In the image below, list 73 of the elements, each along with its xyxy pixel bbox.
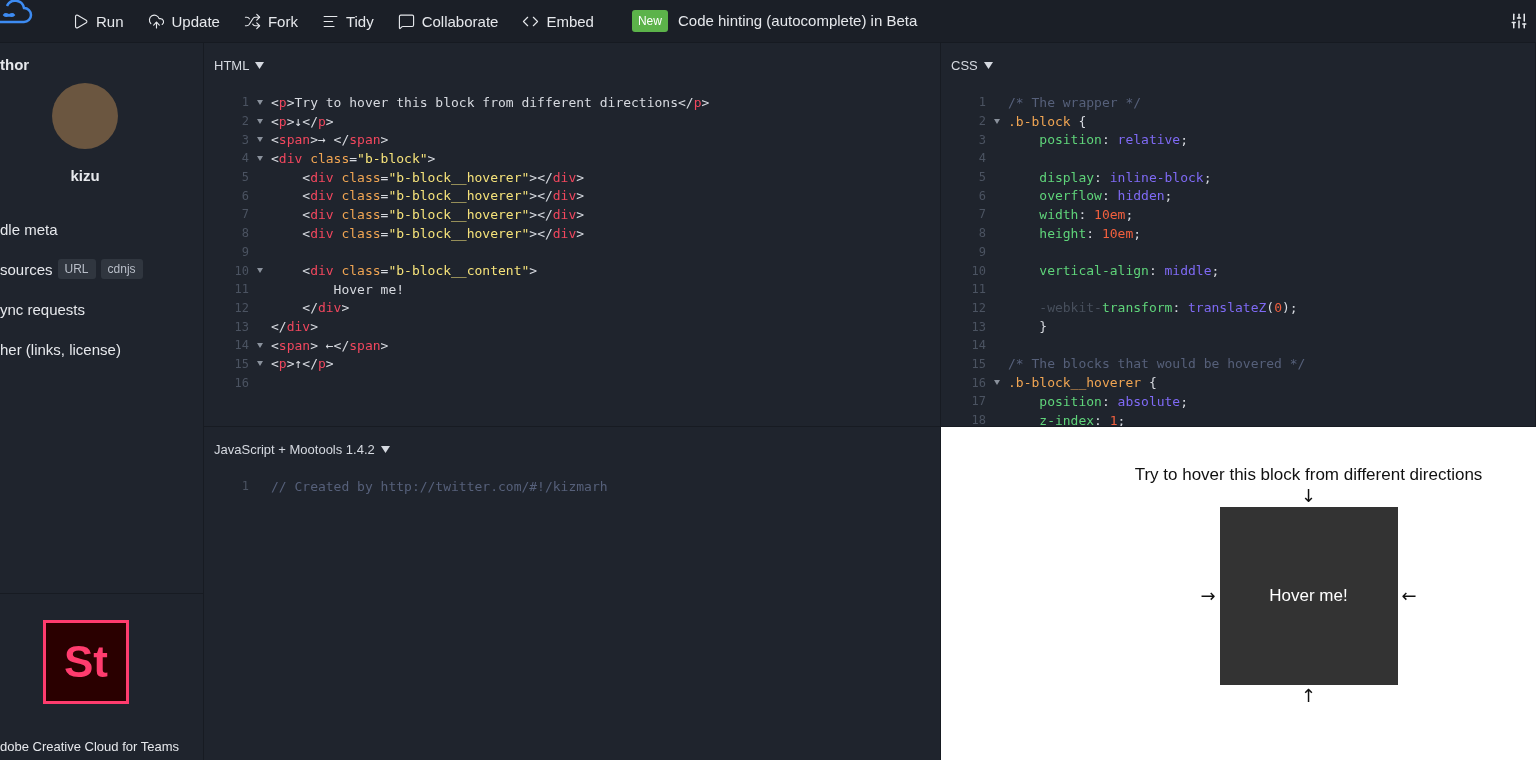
sidebar-item[interactable]: dle meta xyxy=(0,220,58,238)
caret-icon xyxy=(983,62,993,69)
code-line: /* The wrapper */ xyxy=(1008,94,1142,110)
code-line: <p>↓</p> xyxy=(271,113,334,129)
update-button[interactable]: Update xyxy=(135,6,232,36)
sidebar-heading: thor xyxy=(0,55,31,73)
code-line: <span>→ </span> xyxy=(271,132,389,148)
panel-dropdown[interactable]: HTML xyxy=(214,58,265,73)
code-line: <div class="b-block__content"> xyxy=(301,263,538,279)
sidebar-item[interactable]: her (links, license) xyxy=(0,340,121,358)
arrow-text: ↓ xyxy=(1300,485,1317,507)
tag-label: URL xyxy=(57,259,96,279)
caret-icon xyxy=(380,446,390,453)
code-line: <div class="b-block__hoverer"></div> xyxy=(301,206,585,222)
preview-heading: Try to hover this block from different directions xyxy=(1134,465,1483,485)
sliders-icon xyxy=(1510,12,1528,30)
panel-dropdown[interactable]: CSS xyxy=(951,58,993,73)
fork-button[interactable]: Fork xyxy=(231,6,310,36)
fold-icon[interactable] xyxy=(257,99,263,105)
fold-icon[interactable] xyxy=(257,268,263,274)
fold-icon[interactable] xyxy=(257,118,263,124)
run-button[interactable]: Run xyxy=(60,6,136,36)
code-line: <div class="b-block"> xyxy=(271,150,436,166)
ad-logo[interactable]: St xyxy=(43,620,129,704)
code-line: z-index: 1; xyxy=(1038,412,1126,426)
notice-text[interactable]: Code hinting (autocomplete) in Beta xyxy=(677,11,918,29)
code-line: position: absolute; xyxy=(1038,393,1189,409)
ad-text[interactable]: dobe Creative Cloud for Teams xyxy=(0,739,203,754)
code-line: } xyxy=(1038,319,1048,335)
fold-icon[interactable] xyxy=(257,137,263,143)
code-line: width: 10em; xyxy=(1038,206,1134,222)
fold-icon[interactable] xyxy=(257,155,263,161)
code-line: /* The blocks that would be hovered */ xyxy=(1008,356,1306,372)
speech-bubble-icon xyxy=(397,12,415,30)
tidy-button[interactable]: Tidy xyxy=(309,6,386,36)
code-line: position: relative; xyxy=(1038,132,1189,148)
tag-label: cdnjs xyxy=(100,259,143,279)
cloud-upload-icon xyxy=(147,12,165,30)
fold-icon[interactable] xyxy=(994,118,1000,124)
code-line: display: inline-block; xyxy=(1038,169,1212,185)
code-line: <p>Try to hover this block from different directions</p> xyxy=(271,94,710,110)
hover-block[interactable]: Hover me! xyxy=(1219,507,1398,685)
code-line: <div class="b-block__hoverer"></div> xyxy=(301,188,585,204)
arrow-text: → xyxy=(1200,585,1216,607)
sidebar-item[interactable]: ync requests xyxy=(0,300,86,318)
code-line: Hover me! xyxy=(332,281,405,297)
embed-button[interactable]: Embed xyxy=(510,6,606,36)
code-line: </div> xyxy=(271,319,318,335)
fold-icon[interactable] xyxy=(257,361,263,367)
code-line: <div class="b-block__hoverer"></div> xyxy=(301,169,585,185)
settings-button[interactable] xyxy=(1510,12,1528,30)
code-line: </div> xyxy=(301,300,350,316)
fold-icon[interactable] xyxy=(994,380,1000,386)
code-line: <span> ←</span> xyxy=(271,337,389,353)
code-line: <div class="b-block__hoverer"></div> xyxy=(301,225,585,241)
code-line: // Created by http://twitter.com/#!/kizmarh xyxy=(271,478,608,494)
code-line: vertical-align: middle; xyxy=(1038,263,1220,279)
code-line: .b-block__hoverer { xyxy=(1008,375,1157,391)
caret-icon xyxy=(255,62,265,69)
code-line: height: 10em; xyxy=(1038,225,1142,241)
code-line: .b-block { xyxy=(1008,113,1087,129)
panel-dropdown[interactable]: JavaScript + Mootools 1.4.2 xyxy=(214,442,390,457)
fold-icon[interactable] xyxy=(257,342,263,348)
arrow-text: ← xyxy=(1401,585,1417,607)
new-badge: New xyxy=(631,10,668,32)
code-line: overflow: hidden; xyxy=(1038,188,1173,204)
sidebar-item[interactable]: sources xyxy=(0,260,53,278)
shuffle-icon xyxy=(243,12,261,30)
author-name[interactable]: kizu xyxy=(0,167,170,184)
code-line: <p>↑</p> xyxy=(271,356,334,372)
arrow-text: ↑ xyxy=(1300,685,1317,707)
play-icon xyxy=(72,12,89,30)
collaborate-button[interactable]: Collaborate xyxy=(385,6,511,36)
